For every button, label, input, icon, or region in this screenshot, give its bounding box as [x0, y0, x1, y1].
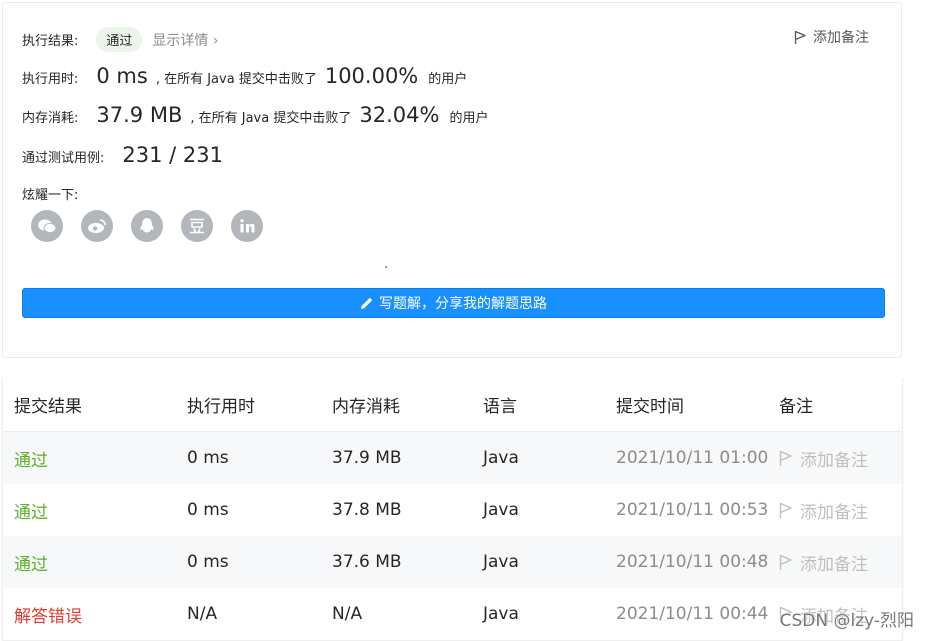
row-status-link[interactable]: 通过	[14, 484, 48, 536]
row-status-link[interactable]: 通过	[14, 432, 48, 484]
add-note-button[interactable]: 添加备注	[794, 27, 869, 47]
header-status: 提交结果	[14, 397, 82, 417]
row-add-note-label: 添加备注	[800, 502, 868, 523]
flag-icon	[779, 502, 792, 518]
share-row: 炫耀一下:	[22, 184, 78, 203]
linkedin-icon[interactable]	[231, 210, 263, 242]
result-badge: 通过	[96, 27, 143, 52]
share-label: 炫耀一下:	[22, 188, 79, 203]
row-add-note-button[interactable]: 添加备注	[779, 536, 868, 588]
wechat-icon[interactable]	[31, 210, 63, 242]
row-status-link[interactable]: 通过	[14, 536, 48, 588]
row-memory: 37.6 MB	[332, 552, 402, 572]
row-memory: N/A	[332, 604, 363, 624]
weibo-icon[interactable]	[81, 210, 113, 242]
douban-icon[interactable]	[181, 210, 213, 242]
header-language: 语言	[483, 397, 517, 417]
tests-row: 通过测试用例: 231 / 231	[22, 143, 223, 167]
row-status-link[interactable]: 解答错误	[14, 588, 82, 640]
row-add-note-label: 添加备注	[800, 450, 868, 471]
runtime-suffix: 的用户	[428, 72, 468, 87]
memory-row: 内存消耗: 37.9 MB , 在所有 Java 提交中击败了 32.04% 的…	[22, 103, 488, 127]
row-language: Java	[483, 604, 519, 624]
row-memory: 37.9 MB	[332, 448, 402, 468]
memory-suffix: 的用户	[449, 111, 489, 126]
row-add-note-label: 添加备注	[800, 554, 868, 575]
memory-beat-text: , 在所有 Java 提交中击败了	[190, 111, 352, 126]
table-row: 通过 0 ms 37.8 MB Java 2021/10/11 00:53 添加…	[3, 484, 902, 536]
runtime-value: 0 ms	[96, 64, 148, 88]
decorative-dot	[385, 266, 387, 268]
tests-value: 231 / 231	[122, 143, 223, 167]
qq-icon[interactable]	[131, 210, 163, 242]
memory-percent: 32.04%	[359, 103, 440, 127]
pencil-icon	[361, 297, 373, 309]
result-row: 执行结果: 通过 显示详情 ›	[22, 27, 218, 52]
row-language: Java	[483, 552, 519, 572]
show-details-link[interactable]: 显示详情 ›	[152, 30, 218, 50]
row-runtime: 0 ms	[187, 448, 229, 468]
table-row: 通过 0 ms 37.9 MB Java 2021/10/11 01:00 添加…	[3, 432, 902, 484]
write-solution-button[interactable]: 写题解，分享我的解题思路	[22, 288, 885, 318]
row-submit-time: 2021/10/11 01:00	[616, 448, 769, 468]
runtime-beat-text: , 在所有 Java 提交中击败了	[155, 72, 317, 87]
row-submit-time: 2021/10/11 00:53	[616, 500, 769, 520]
row-memory: 37.8 MB	[332, 500, 402, 520]
row-runtime: 0 ms	[187, 500, 229, 520]
header-runtime: 执行用时	[187, 397, 255, 417]
row-submit-time: 2021/10/11 00:48	[616, 552, 769, 572]
header-memory: 内存消耗	[332, 397, 400, 417]
row-submit-time: 2021/10/11 00:44	[616, 604, 769, 624]
memory-value: 37.9 MB	[96, 103, 183, 127]
submission-result-card: 执行结果: 通过 显示详情 › 添加备注 执行用时: 0 ms , 在所有 Ja…	[2, 2, 902, 358]
runtime-percent: 100.00%	[324, 64, 419, 88]
tests-label: 通过测试用例:	[22, 151, 105, 166]
row-language: Java	[483, 500, 519, 520]
flag-icon	[794, 30, 806, 44]
row-add-note-button[interactable]: 添加备注	[779, 484, 868, 536]
memory-label: 内存消耗:	[22, 111, 79, 126]
submissions-table: 提交结果 执行用时 内存消耗 语言 提交时间 备注 通过 0 ms 37.9 M…	[2, 378, 903, 641]
header-note: 备注	[779, 397, 813, 417]
table-row: 通过 0 ms 37.6 MB Java 2021/10/11 00:48 添加…	[3, 536, 902, 588]
row-runtime: 0 ms	[187, 552, 229, 572]
flag-icon	[779, 554, 792, 570]
flag-icon	[779, 450, 792, 466]
watermark: CSDN @lzy-烈阳	[779, 611, 914, 631]
header-submit-time: 提交时间	[616, 397, 684, 417]
row-language: Java	[483, 448, 519, 468]
runtime-label: 执行用时:	[22, 72, 79, 87]
table-row: 解答错误 N/A N/A Java 2021/10/11 00:44 添加备注	[3, 588, 902, 640]
share-icon-group	[31, 210, 281, 242]
add-note-label: 添加备注	[813, 30, 869, 46]
row-runtime: N/A	[187, 604, 218, 624]
table-body: 通过 0 ms 37.9 MB Java 2021/10/11 01:00 添加…	[3, 432, 902, 640]
result-label: 执行结果:	[22, 34, 79, 49]
row-add-note-button[interactable]: 添加备注	[779, 432, 868, 484]
runtime-row: 执行用时: 0 ms , 在所有 Java 提交中击败了 100.00% 的用户	[22, 64, 467, 88]
table-header: 提交结果 执行用时 内存消耗 语言 提交时间 备注	[3, 378, 902, 432]
write-solution-label: 写题解，分享我的解题思路	[379, 296, 547, 312]
